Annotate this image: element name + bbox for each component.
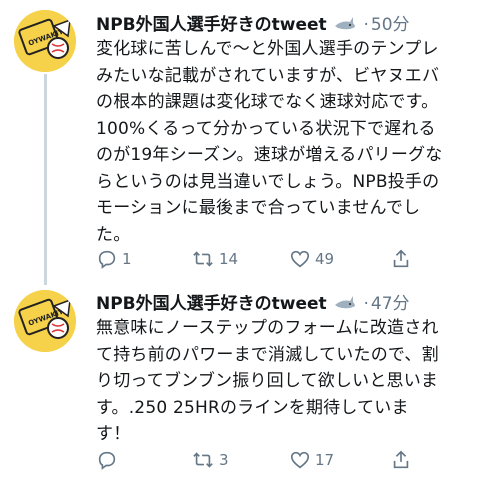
avatar-icon: OYWAKIYT (14, 10, 76, 72)
tweet-actions: 1 14 49 (96, 247, 476, 271)
reply-button[interactable]: 1 (96, 247, 132, 271)
like-icon (290, 451, 310, 469)
retweet-icon (193, 452, 213, 468)
share-button[interactable] (390, 247, 412, 271)
tweet-text: 変化球に苦しんで〜と外国人選手のテンプレ みたいな記載がされていますが、ビヤヌエ… (96, 39, 443, 245)
thread-line (44, 74, 47, 285)
timestamp[interactable]: 47分 (371, 294, 410, 314)
author-name[interactable]: NPB外国人選手好きのtweet (96, 294, 327, 314)
timestamp[interactable]: 50分 (371, 15, 410, 35)
reply-button[interactable] (96, 448, 122, 472)
tweet-header: NPB外国人選手好きのtweet · 50分 (96, 10, 410, 35)
retweet-button[interactable]: 14 (191, 247, 238, 271)
author-name[interactable]: NPB外国人選手好きのtweet (96, 15, 327, 35)
separator: · (363, 294, 369, 314)
reply-icon (98, 250, 116, 269)
like-button[interactable]: 17 (289, 448, 334, 472)
avatar[interactable]: OYWAKIYT (14, 290, 76, 352)
like-icon (290, 250, 310, 268)
like-count: 49 (315, 250, 335, 268)
avatar-icon: OYWAKIYT (14, 290, 76, 352)
shark-emoji-icon (335, 296, 356, 309)
tweet-header: NPB外国人選手好きのtweet · 47分 (96, 289, 410, 314)
retweet-button[interactable]: 3 (191, 448, 229, 472)
tweet-actions: 3 17 (96, 448, 476, 472)
share-button[interactable] (390, 448, 412, 472)
tweet-1[interactable]: OYWAKIYT NPB外国人選手好きのtweet · 50分 変化球に苦しんで〜… (0, 0, 480, 285)
retweet-count: 14 (219, 250, 239, 268)
share-icon (393, 249, 409, 268)
shark-emoji-icon (335, 17, 356, 30)
separator: · (363, 15, 369, 35)
retweet-count: 3 (219, 451, 229, 469)
like-count: 17 (315, 451, 335, 469)
share-icon (393, 450, 409, 469)
reply-icon (98, 451, 116, 470)
tweet-2[interactable]: OYWAKIYT NPB外国人選手好きのtweet · 47分 無意味にノーステッ… (0, 285, 480, 481)
reply-count: 1 (122, 250, 132, 268)
avatar[interactable]: OYWAKIYT (14, 10, 76, 72)
like-button[interactable]: 49 (289, 247, 334, 271)
retweet-icon (193, 251, 213, 267)
tweet-text: 無意味にノーステップのフォームに改造され て持ち前のパワーまで消滅していたので、… (96, 318, 439, 444)
